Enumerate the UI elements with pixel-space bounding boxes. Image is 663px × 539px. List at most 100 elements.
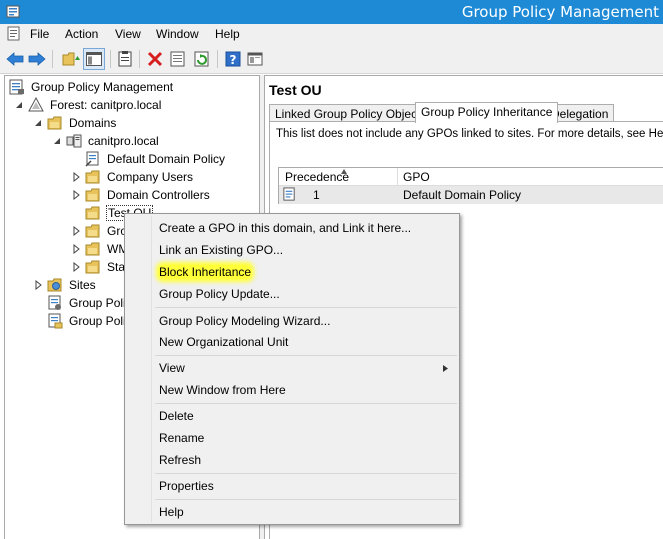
column-separator[interactable] [397,168,398,186]
collapsed-arrow-icon[interactable] [71,190,81,200]
menu-item-refresh[interactable]: Refresh [159,451,201,469]
menu-item-create-gpo[interactable]: Create a GPO in this domain, and Link it… [159,219,411,237]
help-button[interactable]: ? [224,50,242,68]
forward-icon [28,52,46,66]
menu-item-block-inheritance[interactable]: Block Inheritance [159,263,252,281]
menu-item-new-window[interactable]: New Window from Here [159,381,286,399]
menu-separator [155,403,457,404]
submenu-arrow-icon [443,365,448,372]
tab-linked-gpos[interactable]: Linked Group Policy Objects [269,104,433,122]
domains-folder-icon [47,116,62,130]
show-hide-tree-button[interactable] [83,48,105,70]
delete-button[interactable] [146,50,164,68]
menu-help[interactable]: Help [215,27,240,41]
tree-label: Domain Controllers [107,188,210,202]
menu-window[interactable]: Window [156,27,199,41]
expanded-arrow-icon[interactable] [52,136,62,146]
column-header-precedence[interactable]: Precedence [285,170,349,184]
expanded-arrow-icon[interactable] [33,118,43,128]
menu-separator [155,473,457,474]
tree-label: Group Polic [69,296,132,310]
tree-label: Default Domain Policy [107,152,226,166]
ou-folder-icon [85,170,100,184]
domain-icon [66,134,82,148]
tree-label: Group Policy Management [31,80,174,94]
tab-strip: Linked Group Policy Objects Group Policy… [269,102,663,123]
svg-text:?: ? [230,53,237,67]
menu-view[interactable]: View [115,27,141,41]
tree-item-company-users[interactable]: Company Users [71,168,194,186]
collapsed-arrow-icon[interactable] [71,262,81,272]
cell-gpo-name: Default Domain Policy [403,188,522,202]
menu-bar: File Action View Window Help [0,24,663,44]
tree-item-domain-controllers[interactable]: Domain Controllers [71,186,211,204]
menu-file[interactable]: File [30,27,49,41]
menu-action[interactable]: Action [65,27,98,41]
menu-item-modeling-wizard[interactable]: Group Policy Modeling Wizard... [159,312,330,330]
tree-item-group-policy-modeling[interactable]: Group Polic [47,294,133,312]
menu-item-view[interactable]: View [159,359,185,377]
forward-button[interactable] [28,50,46,68]
title-bar: Group Policy Management [0,0,663,24]
info-note: This list does not include any GPOs link… [276,128,663,140]
properties-icon [118,51,132,67]
column-header-gpo[interactable]: GPO [403,170,430,184]
expanded-arrow-icon[interactable] [14,100,24,110]
up-folder-button[interactable] [62,50,80,68]
menu-gutter [151,216,152,522]
menu-item-delete[interactable]: Delete [159,407,194,425]
toolbar-separator [110,50,111,68]
table-header: Precedence GPO [279,168,663,186]
tree-item-wm[interactable]: WM [71,240,129,258]
menu-item-help[interactable]: Help [159,503,184,521]
console-button[interactable] [246,50,264,68]
menu-item-label: Block Inheritance [159,265,252,279]
context-menu: Create a GPO in this domain, and Link it… [124,213,460,525]
delete-icon [147,51,163,67]
menu-separator [155,355,457,356]
menu-item-new-ou[interactable]: New Organizational Unit [159,333,288,351]
tree-item-domains[interactable]: Domains [33,114,117,132]
collapsed-arrow-icon[interactable] [33,280,43,290]
ou-folder-icon [85,260,100,274]
toolbar-separator [217,50,218,68]
tab-gp-inheritance[interactable]: Group Policy Inheritance [415,102,559,123]
menu-item-gp-update[interactable]: Group Policy Update... [159,285,280,303]
gpo-icon [283,187,295,201]
back-button[interactable] [6,50,24,68]
table-row[interactable]: 1 Default Domain Policy [279,186,663,204]
tree-item-sites[interactable]: Sites [33,276,97,294]
tree-label: Sites [69,278,96,292]
export-button[interactable] [169,50,187,68]
menu-separator [155,499,457,500]
menu-item-link-existing-gpo[interactable]: Link an Existing GPO... [159,241,283,259]
console-menu-icon[interactable] [6,26,22,42]
collapsed-arrow-icon[interactable] [71,244,81,254]
menu-item-properties[interactable]: Properties [159,477,214,495]
back-icon [6,52,24,66]
tree-item-forest[interactable]: Forest: canitpro.local [14,96,162,114]
tree-item-default-domain-policy[interactable]: Default Domain Policy [85,150,226,168]
ou-folder-icon [85,242,100,256]
properties-button[interactable] [116,50,134,68]
tree-item-gro[interactable]: Gro [71,222,128,240]
tree-item-group-policy-management[interactable]: Group Policy Management [9,78,174,96]
tree-label: Group Polic [69,314,132,328]
tree-item-star[interactable]: Star [71,258,130,276]
toolbar-separator [52,50,53,68]
ou-folder-icon [85,188,100,202]
gpm-root-icon [9,79,24,95]
inheritance-table[interactable]: Precedence GPO 1 Default Domain Policy [278,167,663,204]
collapsed-arrow-icon[interactable] [71,172,81,182]
console-icon [247,52,263,66]
refresh-button[interactable] [193,50,211,68]
collapsed-arrow-icon[interactable] [71,226,81,236]
gp-results-icon [48,313,63,329]
tree-item-group-policy-results[interactable]: Group Polic [47,312,133,330]
menu-item-rename[interactable]: Rename [159,429,204,447]
up-folder-icon [62,52,80,66]
tree-label: Domains [69,116,117,130]
forest-icon [28,97,44,112]
tree-label: Forest: canitpro.local [50,98,162,112]
tree-item-domain-canitpro[interactable]: canitpro.local [52,132,160,150]
